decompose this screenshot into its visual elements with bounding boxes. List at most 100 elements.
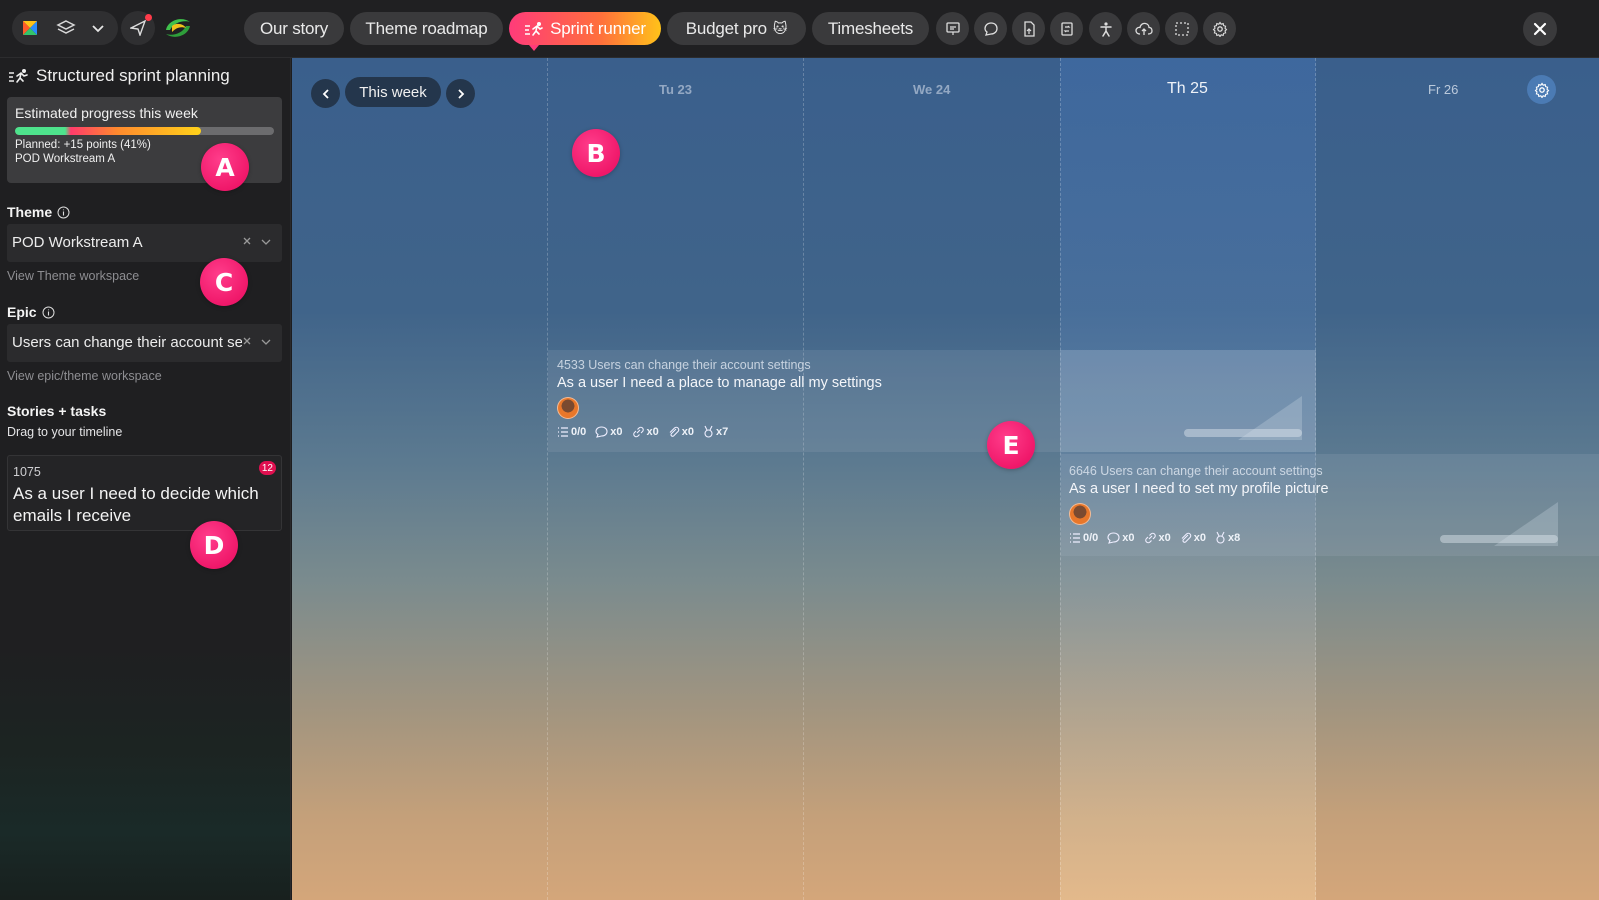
layers-icon[interactable]: [56, 19, 76, 37]
links-stat: x0: [632, 425, 659, 438]
tab-our-story[interactable]: Our story: [244, 12, 344, 45]
comment-icon: [595, 425, 608, 438]
next-week-button[interactable]: [446, 79, 475, 108]
tab-label: Our story: [259, 18, 329, 38]
avatar[interactable]: [1069, 503, 1091, 525]
marker-a: A: [201, 143, 249, 191]
sidebar-title-text: Structured sprint planning: [36, 66, 230, 85]
clear-icon[interactable]: [241, 335, 253, 347]
points-stat: x8: [1215, 531, 1240, 544]
transfer-icon: [1060, 21, 1073, 36]
cloud-upload-icon: [1134, 22, 1153, 35]
top-bar: Our story Theme roadmap Sprint runner Bu…: [0, 0, 1599, 58]
info-icon[interactable]: [57, 206, 70, 219]
task-card[interactable]: 6646 Users can change their account sett…: [1069, 464, 1549, 544]
comments-count: x0: [610, 425, 623, 438]
info-icon[interactable]: [42, 306, 55, 319]
swirl-logo-icon[interactable]: [162, 12, 194, 44]
checklist-icon: [1070, 532, 1080, 543]
task-id: 6646 Users can change their account sett…: [1069, 464, 1323, 478]
chevron-down-icon[interactable]: [259, 235, 273, 249]
task-stats: 0/0 x0 x0 x0 x7: [557, 425, 1037, 438]
chevron-right-icon: [457, 88, 464, 99]
tab-label: Sprint runner: [550, 18, 646, 38]
slides-icon: [945, 21, 960, 35]
view-theme-workspace-link[interactable]: View Theme workspace: [7, 269, 139, 283]
chevron-down-icon[interactable]: [90, 20, 106, 36]
subtasks-stat: 0/0: [557, 425, 586, 438]
cat-emoji-icon: 🐱: [772, 20, 788, 36]
document-button[interactable]: [1012, 12, 1045, 45]
runner-icon: [524, 21, 544, 37]
progress-fill: [15, 127, 202, 135]
accessibility-icon: [1099, 21, 1112, 37]
day-header-we: We 24: [913, 82, 951, 97]
chat-button[interactable]: [974, 12, 1007, 45]
prev-week-button[interactable]: [311, 79, 340, 108]
points-count: x7: [716, 425, 729, 438]
tab-label: Budget pro: [685, 18, 767, 38]
epic-select[interactable]: Users can change their account settings: [7, 324, 282, 362]
this-week-button[interactable]: This week: [345, 77, 441, 107]
close-button[interactable]: [1523, 12, 1557, 46]
subtasks-stat: 0/0: [1069, 531, 1098, 544]
notifications-button[interactable]: [121, 11, 155, 45]
tab-budget-pro[interactable]: Budget pro 🐱: [667, 12, 806, 45]
column-divider: [803, 58, 804, 900]
progress-workstream: POD Workstream A: [15, 153, 116, 165]
tab-label: Timesheets: [827, 18, 914, 38]
subtasks-count: 0/0: [1083, 531, 1099, 544]
avatar[interactable]: [557, 397, 579, 419]
tab-sprint-runner[interactable]: Sprint runner: [509, 12, 661, 51]
day-header-tu: Tu 23: [659, 82, 692, 97]
task-title: As a user I need a place to manage all m…: [557, 375, 882, 391]
attachments-stat: x0: [1180, 531, 1206, 544]
comments-count: x0: [1122, 531, 1135, 544]
app-logo-icon: [23, 21, 37, 35]
clear-icon[interactable]: [241, 235, 253, 247]
tab-theme-roadmap[interactable]: Theme roadmap: [350, 12, 503, 45]
send-icon: [130, 20, 146, 36]
calendar-settings-button[interactable]: [1527, 75, 1556, 104]
selection-button[interactable]: [1165, 12, 1198, 45]
story-title: As a user I need to decide which emails …: [13, 484, 259, 525]
attachments-count: x0: [681, 425, 695, 438]
epic-select-value: Users can change their account settings: [12, 334, 242, 351]
runner-icon: [9, 69, 28, 83]
epic-label: Epic: [7, 304, 55, 320]
app-switcher[interactable]: [12, 11, 118, 45]
notification-dot: [145, 14, 152, 21]
task-card[interactable]: 4533 Users can change their account sett…: [557, 358, 1037, 438]
marker-b: B: [572, 129, 620, 177]
accessibility-button[interactable]: [1089, 12, 1122, 45]
close-icon: [1533, 22, 1547, 36]
document-icon: [1023, 20, 1035, 37]
theme-select[interactable]: POD Workstream A: [7, 224, 282, 262]
transfer-button[interactable]: [1050, 12, 1083, 45]
chat-icon: [983, 21, 998, 36]
selection-icon: [1174, 21, 1189, 36]
links-stat: x0: [1144, 531, 1171, 544]
settings-button[interactable]: [1203, 12, 1236, 45]
tab-label: Theme roadmap: [365, 18, 488, 38]
theme-select-value: POD Workstream A: [12, 234, 143, 251]
gear-icon: [1534, 82, 1549, 98]
points-stat: x7: [703, 425, 728, 438]
cloud-upload-button[interactable]: [1127, 12, 1160, 45]
column-divider: [547, 58, 548, 900]
progress-planned: Planned: +15 points (41%): [15, 139, 151, 151]
slides-button[interactable]: [936, 12, 969, 45]
calendar-area: This week Tu 23 We 24 Th 25 Fr 26 4533 U…: [292, 58, 1599, 900]
day-header-fr: Fr 26: [1428, 82, 1459, 97]
chevron-down-icon[interactable]: [259, 335, 273, 349]
attachments-count: x0: [1193, 531, 1207, 544]
tab-timesheets[interactable]: Timesheets: [812, 12, 929, 45]
subtasks-count: 0/0: [571, 425, 587, 438]
view-epic-workspace-link[interactable]: View epic/theme workspace: [7, 369, 162, 383]
progress-title: Estimated progress this week: [15, 105, 198, 121]
story-id: 1075: [13, 465, 41, 479]
story-card[interactable]: 1075 As a user I need to decide which em…: [7, 455, 282, 531]
links-count: x0: [646, 425, 659, 438]
comments-stat: x0: [595, 425, 623, 438]
attachments-stat: x0: [668, 425, 694, 438]
